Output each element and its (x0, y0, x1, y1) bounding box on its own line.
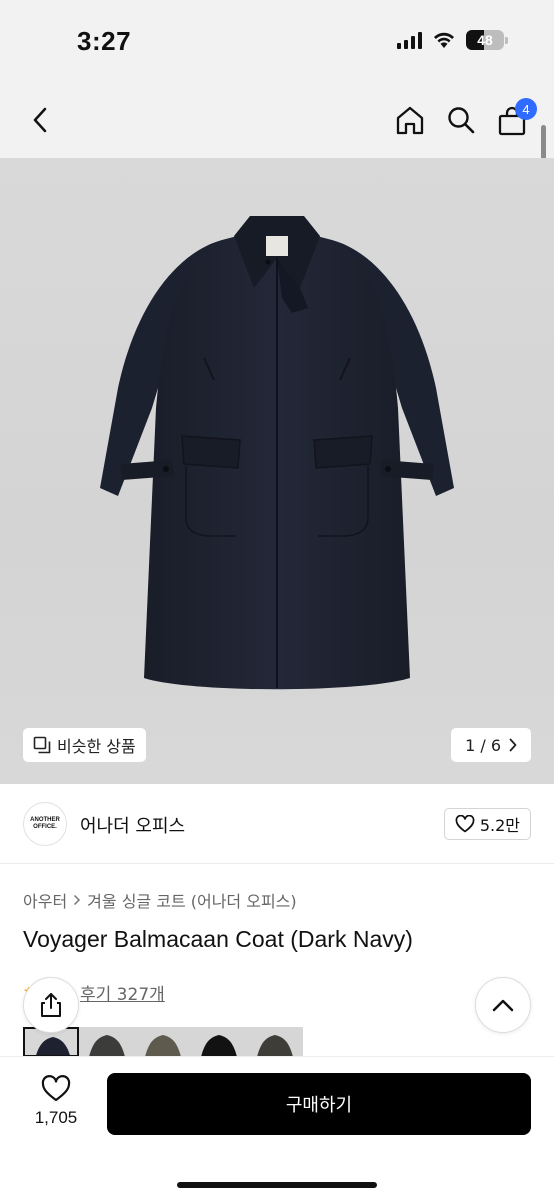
similar-icon (33, 736, 51, 754)
share-button[interactable] (23, 977, 79, 1033)
breadcrumb: 아우터 겨울 싱글 코트 (어나더 오피스) (23, 888, 297, 912)
top-nav: 4 (0, 82, 554, 158)
bottom-action-bar: 1,705 구매하기 (0, 1057, 554, 1200)
brand-like-button[interactable]: 5.2만 (443, 808, 531, 840)
review-link[interactable]: 후기 327개 (80, 980, 165, 1005)
chevron-up-icon (492, 999, 514, 1012)
share-icon (41, 993, 61, 1017)
status-bar: 3:27 48 (0, 0, 554, 82)
heart-icon (41, 1075, 71, 1102)
color-swatch[interactable] (247, 1027, 303, 1057)
heart-icon (455, 815, 475, 833)
image-pager-text: 1 / 6 (465, 735, 501, 755)
breadcrumb-item[interactable]: 아우터 (23, 888, 67, 912)
cellular-signal-icon (397, 31, 422, 49)
color-swatch[interactable] (191, 1027, 247, 1057)
buy-button[interactable]: 구매하기 (107, 1073, 531, 1135)
product-title: Voyager Balmacaan Coat (Dark Navy) (23, 926, 413, 952)
brand-name[interactable]: 어나더 오피스 (80, 812, 185, 838)
status-time: 3:27 (77, 26, 132, 56)
breadcrumb-item[interactable]: 겨울 싱글 코트 (어나더 오피스) (87, 888, 296, 912)
brand-like-count: 5.2만 (479, 816, 520, 835)
scroll-to-top-button[interactable] (475, 977, 531, 1033)
back-button[interactable] (22, 102, 58, 138)
wishlist-button[interactable]: 1,705 (30, 1075, 82, 1128)
home-button[interactable] (392, 102, 428, 138)
product-image-coat (100, 216, 454, 690)
search-button[interactable] (443, 102, 479, 138)
chevron-right-icon (74, 894, 81, 906)
back-icon (33, 107, 47, 133)
battery-icon: 48 (466, 30, 504, 50)
cart-count-badge: 4 (515, 98, 537, 120)
similar-products-label: 비슷한 상품 (57, 737, 136, 756)
image-pager[interactable]: 1 / 6 (451, 728, 531, 762)
status-icons: 48 (397, 30, 508, 50)
wifi-icon (434, 32, 454, 48)
battery-level: 48 (477, 32, 493, 48)
search-icon (448, 107, 475, 134)
chevron-right-icon (509, 738, 517, 752)
home-indicator (177, 1182, 377, 1188)
wishlist-count: 1,705 (34, 1108, 78, 1127)
color-swatch[interactable] (79, 1027, 135, 1057)
cart-button[interactable]: 4 (495, 98, 537, 138)
brand-logo[interactable]: ANOTHER OFFICE. (23, 802, 67, 846)
similar-products-button[interactable]: 비슷한 상품 (23, 728, 146, 762)
home-icon (396, 106, 424, 135)
color-swatches (23, 1027, 305, 1057)
color-swatch[interactable] (135, 1027, 191, 1057)
product-image-gallery[interactable]: 비슷한 상품 1 / 6 (0, 158, 554, 784)
brand-row[interactable]: ANOTHER OFFICE. 어나더 오피스 5.2만 (0, 784, 554, 864)
